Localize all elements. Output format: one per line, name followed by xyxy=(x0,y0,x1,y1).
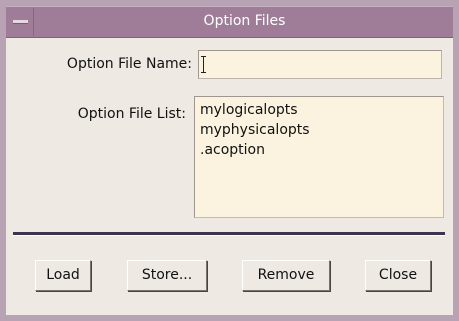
title-bar[interactable]: Option Files xyxy=(6,6,453,38)
window-menu-icon xyxy=(13,20,28,24)
list-item[interactable]: myphysicalopts xyxy=(200,120,443,140)
option-file-name-input[interactable] xyxy=(198,50,442,79)
option-file-list-label: Option File List: xyxy=(77,106,186,122)
store-button[interactable]: Store... xyxy=(127,260,207,291)
window-menu-button[interactable] xyxy=(7,8,34,36)
text-cursor-icon xyxy=(201,56,206,73)
load-button[interactable]: Load xyxy=(35,260,91,291)
option-files-dialog: Option Files Option File Name: Option Fi… xyxy=(0,0,459,321)
close-button[interactable]: Close xyxy=(365,260,431,291)
option-file-name-label: Option File Name: xyxy=(66,56,192,72)
window-title: Option Files xyxy=(203,13,286,29)
list-item[interactable]: .acoption xyxy=(200,140,443,160)
option-file-list[interactable]: mylogicalopts myphysicalopts .acoption xyxy=(194,96,444,218)
list-item[interactable]: mylogicalopts xyxy=(200,100,443,120)
remove-button[interactable]: Remove xyxy=(242,260,330,291)
dialog-body: Option File Name: Option File List: mylo… xyxy=(6,38,453,315)
separator xyxy=(13,232,445,236)
